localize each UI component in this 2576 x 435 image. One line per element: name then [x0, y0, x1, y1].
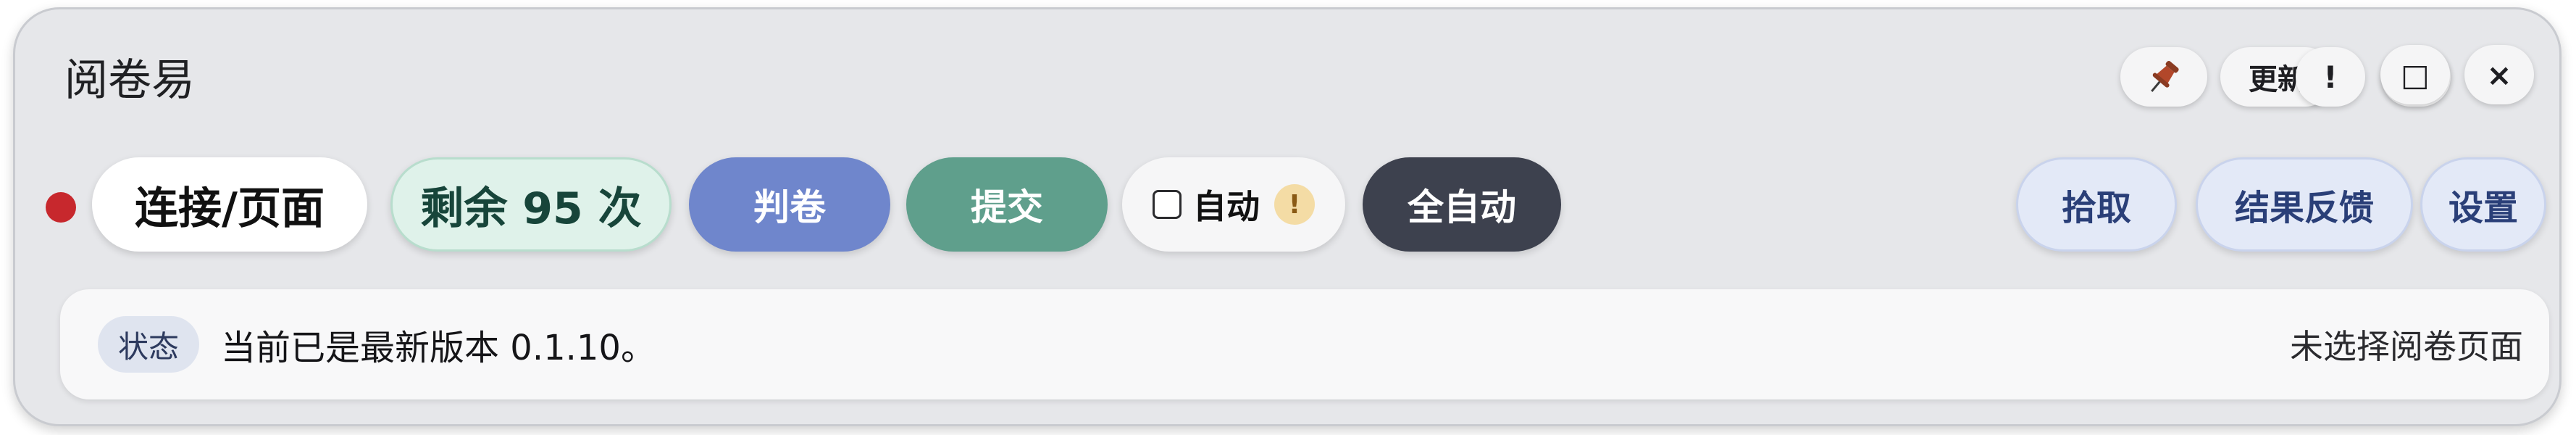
status-message: 当前已是最新版本 0.1.10。	[221, 328, 656, 368]
pin-button[interactable]	[2120, 47, 2207, 107]
info-button[interactable]: !	[2296, 47, 2365, 107]
submit-button[interactable]: 提交	[906, 157, 1108, 252]
settings-button[interactable]: 设置	[2420, 157, 2546, 252]
close-button[interactable]: ×	[2464, 45, 2534, 104]
auto-label: 自动	[1193, 187, 1260, 226]
app-window: 阅卷易 更新 ! - 连接/页面 剩余 95 次 判卷 提交 自动 ! 全自动 …	[13, 7, 2562, 426]
maximize-button[interactable]: □	[2380, 45, 2450, 104]
remaining-count-badge: 剩余 95 次	[390, 157, 672, 252]
auto-toggle[interactable]: 自动 !	[1122, 157, 1345, 252]
warning-icon: !	[1274, 184, 1315, 225]
pin-icon	[2142, 55, 2186, 99]
auto-checkbox[interactable]	[1153, 190, 1182, 219]
pick-button[interactable]: 拾取	[2016, 157, 2177, 252]
app-title: 阅卷易	[64, 55, 195, 106]
connect-page-button[interactable]: 连接/页面	[92, 157, 367, 252]
status-tag: 状态	[98, 316, 200, 373]
full-auto-button[interactable]: 全自动	[1363, 157, 1561, 252]
judge-button[interactable]: 判卷	[689, 157, 890, 252]
status-bar: 状态 当前已是最新版本 0.1.10。 未选择阅卷页面	[60, 289, 2549, 399]
result-feedback-button[interactable]: 结果反馈	[2196, 157, 2413, 252]
connection-status-dot	[46, 192, 76, 223]
page-selection-status: 未选择阅卷页面	[2290, 327, 2523, 366]
